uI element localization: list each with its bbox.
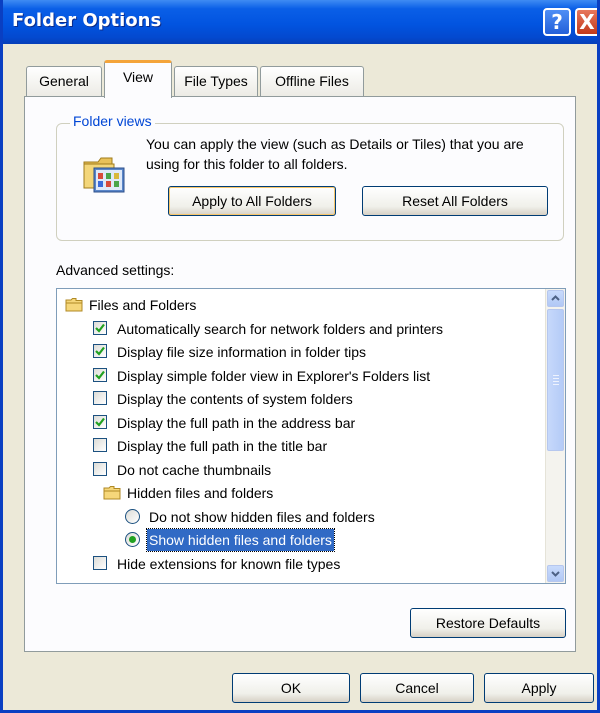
setting-label: Display the contents of system folders bbox=[117, 391, 353, 407]
setting-label: Automatically search for network folders… bbox=[117, 320, 444, 337]
scroll-down-button[interactable] bbox=[547, 565, 564, 582]
setting-label: Show hidden files and folders bbox=[146, 528, 335, 552]
apply-to-all-folders-button[interactable]: Apply to All Folders bbox=[168, 186, 336, 216]
advanced-settings-list[interactable]: Files and Folders Automatically search fo… bbox=[56, 288, 566, 584]
setting-checkbox-row[interactable]: Do not cache thumbnails bbox=[57, 459, 545, 481]
chevron-down-icon bbox=[551, 571, 560, 577]
setting-label: Display the full path in the address bar bbox=[117, 414, 356, 431]
tab-offline-files[interactable]: Offline Files bbox=[260, 66, 364, 96]
settings-group: Hidden files and folders bbox=[57, 482, 545, 504]
restore-defaults-button[interactable]: Restore Defaults bbox=[410, 608, 566, 638]
setting-radio-row[interactable]: Show hidden files and folders bbox=[57, 528, 545, 552]
help-button[interactable]: ? bbox=[543, 8, 571, 36]
help-icon: ? bbox=[551, 10, 563, 34]
checkbox-checked-icon[interactable] bbox=[93, 320, 107, 335]
setting-checkbox-row[interactable]: Display the contents of system folders bbox=[57, 388, 545, 410]
setting-label: Display the full path in the title bar bbox=[117, 438, 328, 454]
checkbox-icon[interactable] bbox=[93, 555, 107, 570]
folder-view-icon bbox=[83, 157, 125, 193]
reset-all-folders-button[interactable]: Reset All Folders bbox=[362, 186, 548, 216]
setting-label: Do not show hidden files and folders bbox=[149, 508, 375, 525]
setting-label: Do not cache thumbnails bbox=[117, 461, 272, 478]
setting-checkbox-row[interactable]: Automatically search for network folders… bbox=[57, 318, 545, 340]
close-button[interactable]: X bbox=[575, 8, 597, 36]
setting-label: Files and Folders bbox=[89, 297, 197, 313]
ok-button[interactable]: OK bbox=[232, 673, 350, 703]
checkbox-checked-icon[interactable] bbox=[93, 414, 107, 429]
radio-icon[interactable] bbox=[125, 508, 140, 524]
restore-defaults-label: Restore Defaults bbox=[435, 615, 541, 631]
advanced-settings-label: Advanced settings: bbox=[56, 262, 175, 278]
setting-label: Display simple folder view in Explorer's… bbox=[117, 367, 431, 384]
setting-checkbox-row[interactable]: Display the full path in the title bar bbox=[57, 435, 545, 457]
scroll-thumb[interactable] bbox=[547, 309, 564, 451]
settings-group: Files and Folders bbox=[57, 294, 545, 316]
setting-label: Hidden files and folders bbox=[127, 485, 274, 501]
chevron-up-icon bbox=[551, 295, 560, 301]
cancel-label: Cancel bbox=[395, 680, 439, 696]
tab-general[interactable]: General bbox=[26, 66, 102, 96]
checkbox-checked-icon[interactable] bbox=[93, 367, 107, 382]
checkbox-icon[interactable] bbox=[93, 391, 107, 405]
apply-label: Apply bbox=[521, 680, 557, 696]
folder-views-label: Folder views bbox=[70, 113, 155, 129]
setting-checkbox-row[interactable]: Display file size information in folder … bbox=[57, 341, 545, 363]
radio-selected-icon[interactable] bbox=[125, 532, 140, 547]
folder-views-description: You can apply the view (such as Details … bbox=[146, 136, 524, 172]
setting-radio-row[interactable]: Do not show hidden files and folders bbox=[57, 506, 545, 528]
tab-view[interactable]: View bbox=[104, 60, 172, 98]
title-bar[interactable]: Folder Options ? X bbox=[3, 0, 597, 44]
checkbox-icon[interactable] bbox=[93, 461, 107, 476]
folder-icon bbox=[103, 486, 121, 500]
checkbox-checked-icon[interactable] bbox=[93, 344, 107, 358]
ok-label: OK bbox=[280, 680, 302, 696]
tab-file-types[interactable]: File Types bbox=[174, 66, 258, 96]
window-title: Folder Options bbox=[12, 10, 162, 31]
setting-label: Display file size information in folder … bbox=[117, 344, 366, 360]
reset-all-folders-label: Reset All Folders bbox=[402, 193, 508, 209]
checkbox-icon[interactable] bbox=[93, 438, 107, 452]
setting-checkbox-row[interactable]: Display the full path in the address bar bbox=[57, 412, 545, 434]
setting-label: Hide extensions for known file types bbox=[117, 555, 341, 572]
apply-to-all-folders-label: Apply to All Folders bbox=[192, 193, 312, 209]
scroll-up-button[interactable] bbox=[547, 290, 564, 307]
setting-checkbox-row[interactable]: Hide extensions for known file types bbox=[57, 553, 545, 575]
close-icon: X bbox=[579, 10, 595, 34]
list-scrollbar[interactable] bbox=[545, 289, 565, 583]
apply-button[interactable]: Apply bbox=[484, 673, 594, 703]
setting-checkbox-row[interactable]: Display simple folder view in Explorer's… bbox=[57, 365, 545, 387]
cancel-button[interactable]: Cancel bbox=[360, 673, 474, 703]
folder-icon bbox=[65, 298, 83, 312]
